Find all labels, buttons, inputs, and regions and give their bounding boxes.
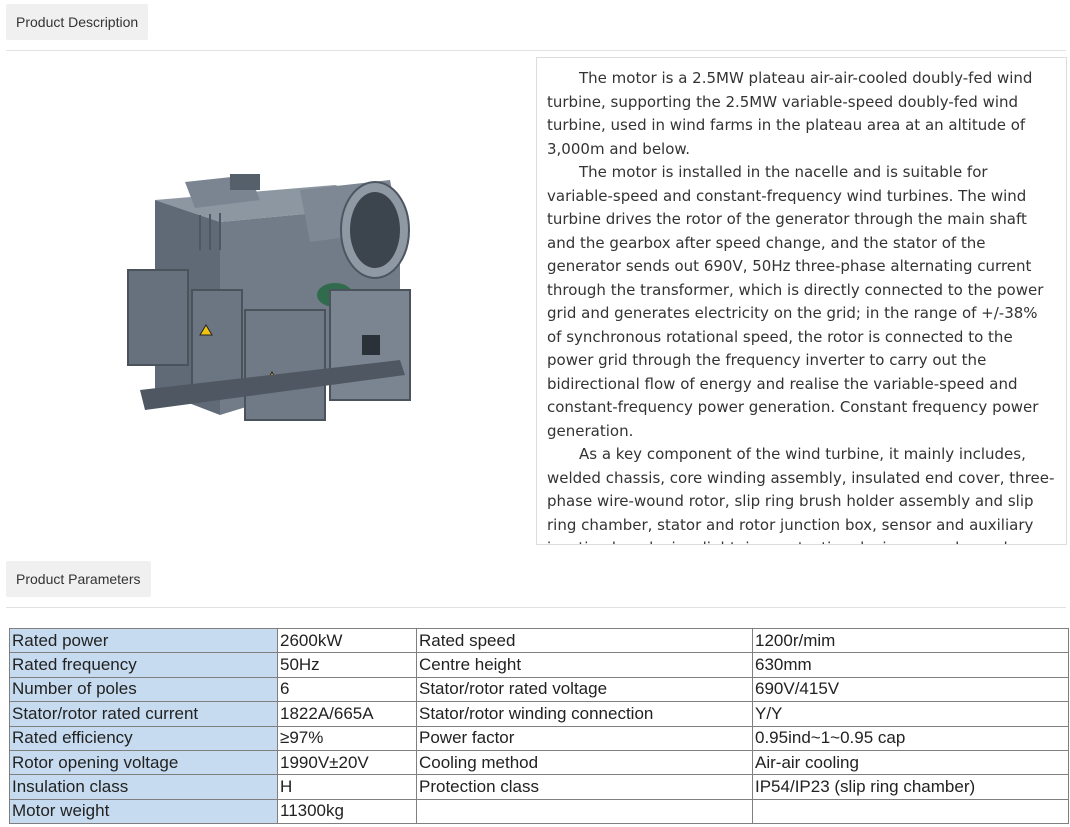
param-label [416,798,753,825]
table-row: Rated frequency 50Hz Centre height 630mm [9,652,1069,678]
param-label: Rated speed [416,627,753,654]
param-label: Cooling method [416,749,753,776]
param-value: 630mm [752,652,1069,678]
table-row: Rated efficiency ≥97% Power factor 0.95i… [9,725,1069,751]
param-value: 690V/415V [752,676,1069,703]
param-value: 6 [277,676,417,703]
description-paragraph: The motor is a 2.5MW plateau air-air-coo… [547,69,1033,158]
tab-product-description[interactable]: Product Description [6,4,149,40]
param-label: Rotor opening voltage [9,749,278,776]
param-value: 1200r/mim [752,627,1069,654]
description-text: The motor is a 2.5MW plateau air-air-coo… [536,57,1067,545]
param-value: IP54/IP23 (slip ring chamber) [752,774,1069,800]
table-row: Stator/rotor rated current 1822A/665A St… [9,701,1069,727]
table-row: Number of poles 6 Stator/rotor rated vol… [9,676,1069,703]
param-value: 11300kg [277,798,417,825]
divider [6,50,1066,51]
param-value: Y/Y [752,701,1069,727]
param-label: Rated frequency [9,652,278,678]
param-label: Stator/rotor rated current [9,701,278,727]
param-label: Motor weight [9,798,278,825]
param-label: Stator/rotor winding connection [416,701,753,727]
param-value: Air-air cooling [752,749,1069,776]
param-value: ≥97% [277,725,417,751]
param-value: 50Hz [277,652,417,678]
param-label: Power factor [416,725,753,751]
param-value [752,798,1069,825]
param-value: 1822A/665A [277,701,417,727]
param-label: Centre height [416,652,753,678]
param-label: Rated power [9,627,278,654]
param-value: H [277,774,417,800]
table-row: Insulation class H Protection class IP54… [9,774,1069,800]
table-row: Rated power 2600kW Rated speed 1200r/mim [9,627,1069,654]
param-value: 1990V±20V [277,749,417,776]
description-paragraph: As a key component of the wind turbine, … [547,445,1055,544]
param-value: 0.95ind~1~0.95 cap [752,725,1069,751]
description-paragraph: The motor is installed in the nacelle an… [547,163,1044,440]
param-value: 2600kW [277,627,417,654]
param-label: Protection class [416,774,753,800]
param-label: Stator/rotor rated voltage [416,676,753,703]
param-label: Rated efficiency [9,725,278,751]
tab-product-parameters[interactable]: Product Parameters [6,561,151,597]
param-label: Insulation class [9,774,278,800]
table-row: Motor weight 11300kg [9,798,1069,825]
divider [6,607,1066,608]
product-image [100,160,430,450]
param-label: Number of poles [9,676,278,703]
parameters-table: Rated power 2600kW Rated speed 1200r/mim… [9,627,1069,825]
table-row: Rotor opening voltage 1990V±20V Cooling … [9,749,1069,776]
